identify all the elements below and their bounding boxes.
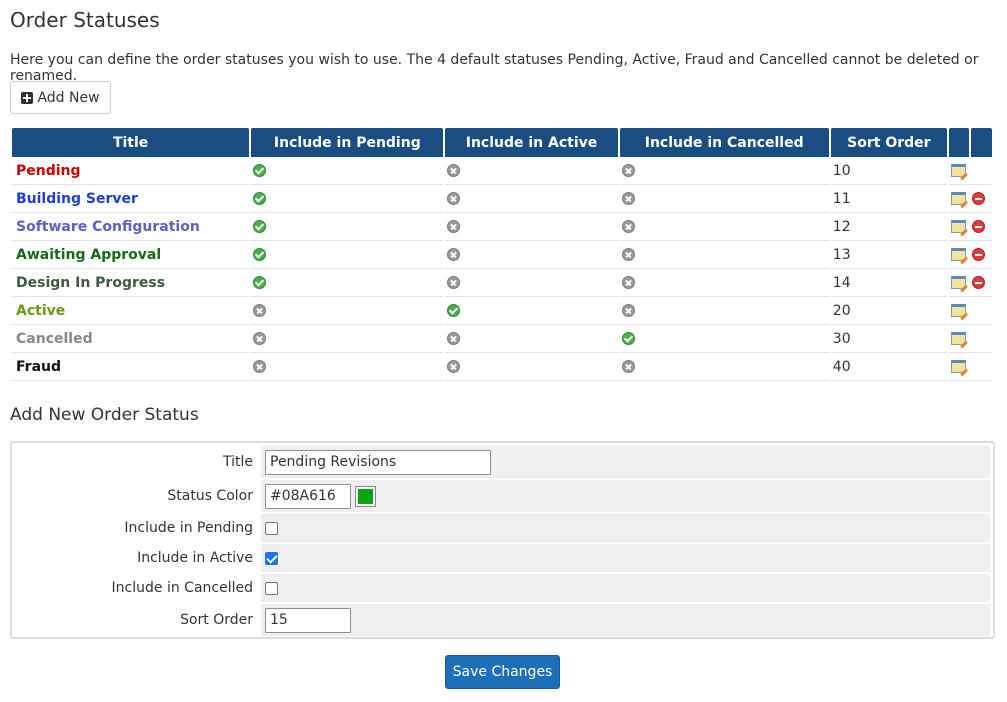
tick-icon [253, 276, 267, 289]
table-row: Pending 10 [12, 157, 992, 185]
tick-icon [621, 332, 635, 345]
cross-icon [621, 192, 635, 205]
tick-icon [447, 304, 461, 317]
save-changes-button[interactable]: Save Changes [445, 655, 560, 689]
table-row: Active 20 [12, 297, 992, 325]
status-title: Pending [16, 162, 81, 179]
cross-icon [253, 360, 267, 373]
column-header: Include in Pending [251, 128, 444, 157]
form-row-sort: Sort Order [15, 604, 990, 636]
include-active-label: Include in Active [137, 550, 253, 566]
table-row: Cancelled 30 [12, 325, 992, 353]
column-header: Sort Order [830, 128, 947, 157]
delete-icon[interactable] [971, 276, 985, 289]
sort-order-value: 12 [830, 213, 947, 241]
column-header: Title [12, 128, 250, 157]
status-title: Fraud [16, 358, 62, 375]
form-row-pending: Include in Pending [15, 514, 990, 542]
cross-icon [621, 360, 635, 373]
delete-icon[interactable] [971, 248, 985, 261]
order-status-table: Title Include in Pending Include in Active… [10, 128, 994, 381]
include-cancelled-checkbox[interactable] [265, 581, 278, 595]
sort-order-value: 13 [830, 241, 947, 269]
column-header: Include in Active [445, 128, 618, 157]
cross-icon [447, 276, 461, 289]
table-body: Pending 10 Building Server 11 Software Confi… [12, 157, 992, 381]
color-picker-button[interactable] [355, 485, 376, 507]
edit-icon[interactable] [950, 332, 966, 345]
form-row-color: Status Color [15, 480, 990, 512]
cross-icon [253, 304, 267, 317]
tick-icon [253, 164, 267, 177]
include-cancelled-label: Include in Cancelled [111, 580, 253, 596]
cross-icon [447, 332, 461, 345]
form-row-cancelled: Include in Cancelled [15, 574, 990, 602]
status-title: Design In Progress [16, 274, 166, 291]
sort-order-value: 10 [830, 157, 947, 185]
form-row-active: Include in Active [15, 544, 990, 572]
edit-icon[interactable] [950, 276, 966, 289]
cross-icon [621, 220, 635, 233]
edit-icon[interactable] [950, 220, 966, 233]
cross-icon [447, 192, 461, 205]
include-pending-checkbox[interactable] [265, 521, 278, 535]
title-input[interactable] [265, 449, 491, 475]
cross-icon [447, 220, 461, 233]
status-title: Cancelled [16, 330, 93, 347]
status-title: Building Server [16, 190, 138, 207]
sort-order-label: Sort Order [180, 612, 253, 628]
form-row-title: Title [15, 446, 990, 478]
column-header: Include in Cancelled [619, 128, 829, 157]
cross-icon [447, 164, 461, 177]
add-status-heading: Add New Order Status [10, 405, 199, 425]
cross-icon [621, 304, 635, 317]
color-swatch-fill [358, 488, 373, 504]
sort-order-value: 14 [830, 269, 947, 297]
cross-icon [253, 332, 267, 345]
table-row: Building Server 11 [12, 185, 992, 213]
sort-order-input[interactable] [265, 607, 351, 633]
cross-icon [621, 248, 635, 261]
edit-icon[interactable] [950, 192, 966, 205]
tick-icon [253, 248, 267, 261]
sort-order-value: 20 [830, 297, 947, 325]
delete-icon[interactable] [971, 220, 985, 233]
sort-order-value: 30 [830, 325, 947, 353]
edit-icon[interactable] [950, 248, 966, 261]
column-header [970, 128, 992, 157]
cross-icon [621, 276, 635, 289]
table-row: Fraud 40 [12, 353, 992, 381]
status-color-label: Status Color [167, 488, 253, 504]
tick-icon [253, 192, 267, 205]
status-title: Awaiting Approval [16, 246, 162, 263]
edit-icon[interactable] [950, 360, 966, 373]
cross-icon [621, 164, 635, 177]
table-row: Design In Progress 14 [12, 269, 992, 297]
plus-square-icon [21, 91, 34, 104]
page-description: Here you can define the order statuses y… [10, 52, 979, 84]
add-status-form: Title Status Color Include in Pending In… [10, 441, 995, 639]
sort-order-value: 11 [830, 185, 947, 213]
delete-icon[interactable] [971, 192, 985, 205]
add-new-label: Add New [37, 89, 100, 106]
sort-order-value: 40 [830, 353, 947, 381]
edit-icon[interactable] [950, 164, 966, 177]
table-row: Awaiting Approval 13 [12, 241, 992, 269]
page-title: Order Statuses [10, 8, 160, 32]
table-row: Software Configuration 12 [12, 213, 992, 241]
add-new-button[interactable]: Add New [10, 81, 111, 114]
cross-icon [447, 248, 461, 261]
column-header [948, 128, 969, 157]
edit-icon[interactable] [950, 304, 966, 317]
status-title: Active [16, 302, 66, 319]
table-header-row: Title Include in Pending Include in Active… [12, 128, 992, 157]
include-pending-label: Include in Pending [124, 520, 253, 536]
include-active-checkbox[interactable] [265, 551, 278, 565]
cross-icon [447, 360, 461, 373]
status-color-input[interactable] [265, 483, 351, 509]
title-label: Title [222, 454, 253, 470]
status-title: Software Configuration [16, 218, 200, 235]
tick-icon [253, 220, 267, 233]
